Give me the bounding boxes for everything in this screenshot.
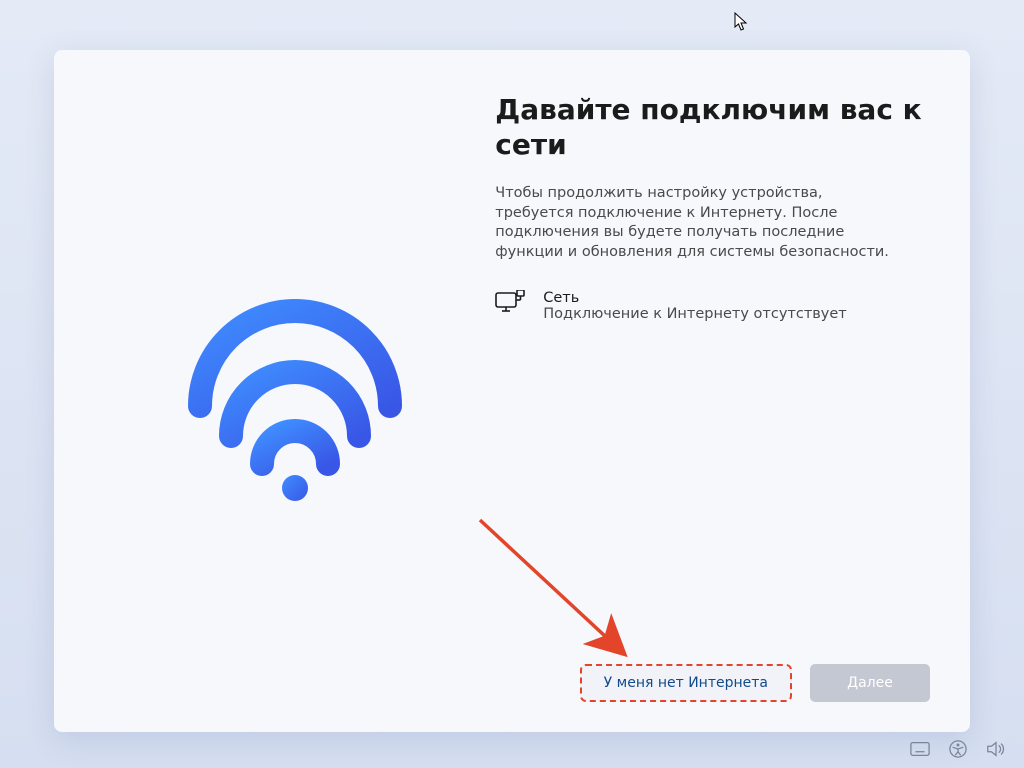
volume-icon[interactable] xyxy=(986,740,1006,758)
network-status: Подключение к Интернету отсутствует xyxy=(543,306,847,322)
no-internet-button[interactable]: У меня нет Интернета xyxy=(580,664,792,702)
footer-actions: У меня нет Интернета Далее xyxy=(495,664,930,702)
next-button[interactable]: Далее xyxy=(810,664,930,702)
monitor-ethernet-icon xyxy=(495,290,525,314)
illustration-pane xyxy=(94,90,495,702)
accessibility-icon[interactable] xyxy=(948,740,968,758)
content-pane: Давайте подключим вас к сети Чтобы продо… xyxy=(495,90,930,702)
wifi-icon xyxy=(185,286,405,506)
network-label: Сеть xyxy=(543,290,847,306)
cursor-default-icon xyxy=(734,12,748,32)
page-title: Давайте подключим вас к сети xyxy=(495,92,930,162)
system-tray xyxy=(910,740,1006,758)
network-status-block: Сеть Подключение к Интернету отсутствует xyxy=(495,290,930,322)
oobe-card: Давайте подключим вас к сети Чтобы продо… xyxy=(54,50,970,732)
page-subtitle: Чтобы продолжить настройку устройства, т… xyxy=(495,184,905,262)
keyboard-icon[interactable] xyxy=(910,740,930,758)
